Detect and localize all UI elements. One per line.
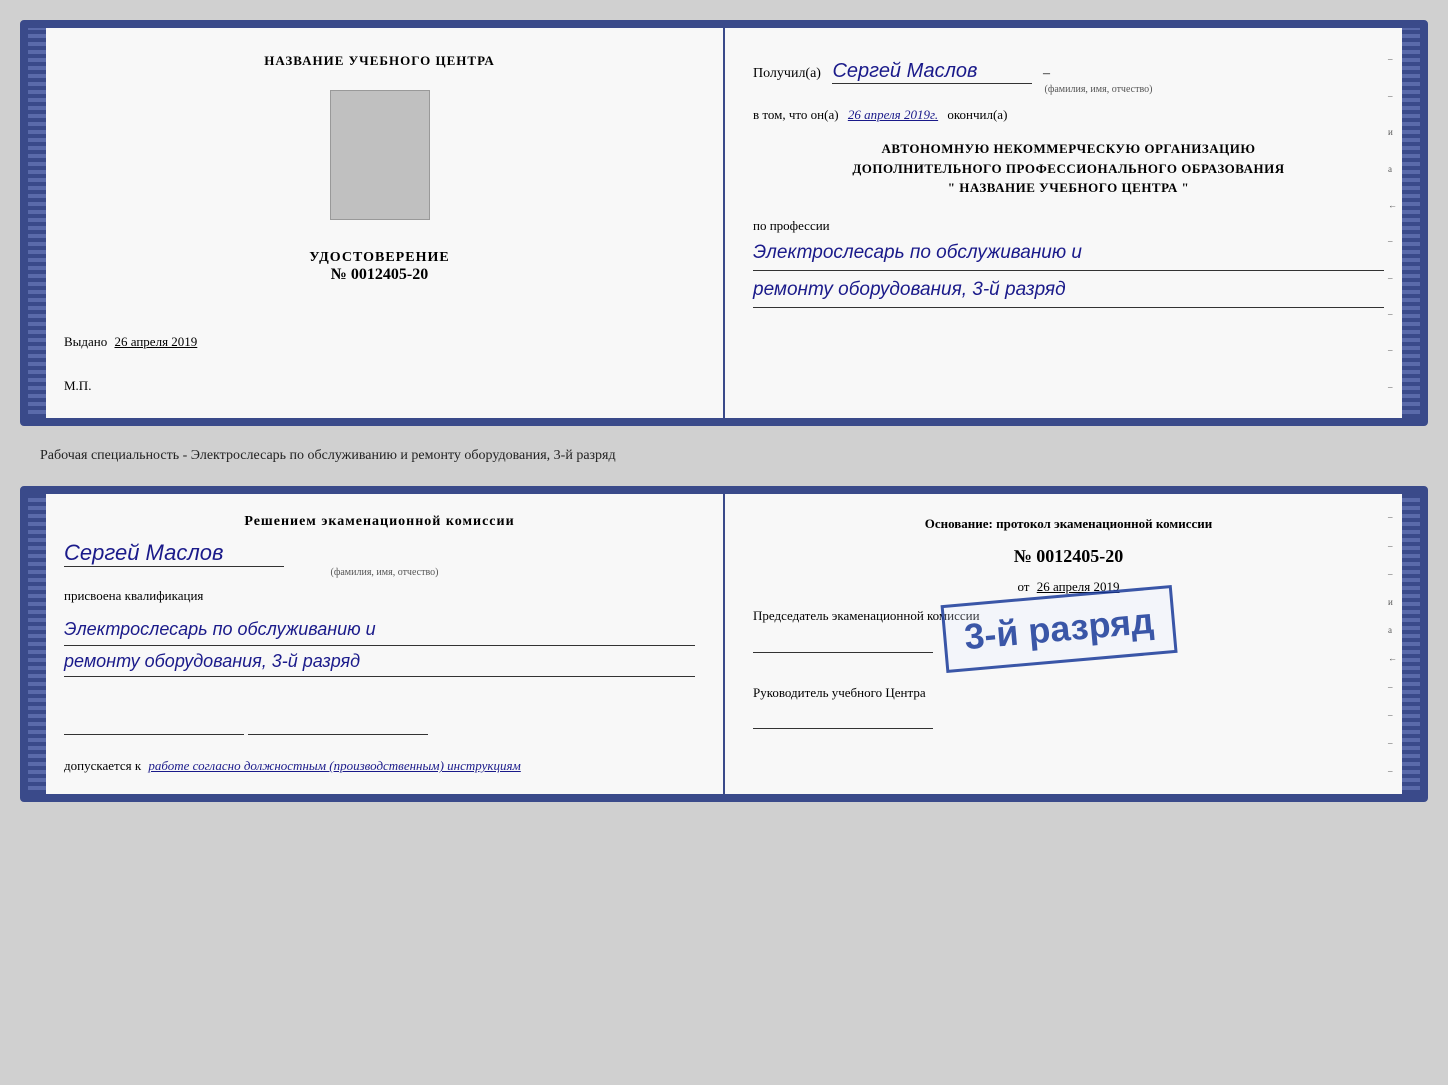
top-cert-left: НАЗВАНИЕ УЧЕБНОГО ЦЕНТРА УДОСТОВЕРЕНИЕ №… (28, 28, 725, 418)
sig-line2 (248, 715, 428, 735)
proto-date: от 26 апреля 2019 (753, 579, 1384, 595)
middle-text: Рабочая специальность - Электрослесарь п… (20, 442, 1428, 470)
person-name: Сергей Маслов (64, 540, 284, 567)
dopuskaetsya-prefix: допускается к (64, 758, 141, 773)
sig-line1 (64, 715, 244, 735)
udost-block: УДОСТОВЕРЕНИЕ № 0012405-20 (309, 250, 449, 284)
qualification-block: Электрослесарь по обслуживанию и ремонту… (64, 614, 695, 677)
recipient-line: Получил(а) Сергей Маслов – (фамилия, имя… (753, 60, 1384, 95)
rukov-text: Руководитель учебного Центра (753, 685, 1384, 729)
qual-text2: ремонту оборудования, 3-й разряд (64, 646, 695, 678)
page-wrapper: НАЗВАНИЕ УЧЕБНОГО ЦЕНТРА УДОСТОВЕРЕНИЕ №… (20, 20, 1428, 802)
top-certificate: НАЗВАНИЕ УЧЕБНОГО ЦЕНТРА УДОСТОВЕРЕНИЕ №… (20, 20, 1428, 426)
chairman-sig-line (753, 633, 933, 653)
rukov-label: Руководитель учебного Центра (753, 685, 926, 700)
in-tom-line: в том, что он(а) 26 апреля 2019г. окончи… (753, 107, 1384, 123)
mp-label: М.П. (64, 378, 91, 394)
udost-number: № 0012405-20 (309, 266, 449, 284)
bottom-cert-right: 3-й разряд Основание: протокол экаменаци… (725, 494, 1420, 794)
issued-line: Выдано 26 апреля 2019 (64, 334, 695, 350)
person-name-block: Сергей Маслов (фамилия, имя, отчество) (64, 540, 695, 578)
recipient-name: Сергей Маслов (832, 60, 1032, 84)
in-tom-date: 26 апреля 2019г. (848, 107, 938, 122)
stamp-text: 3-й разряд (962, 600, 1155, 657)
org-line3: " НАЗВАНИЕ УЧЕБНОГО ЦЕНТРА " (753, 178, 1384, 198)
bottom-certificate: Решением экаменационной комиссии Сергей … (20, 486, 1428, 802)
stamp: 3-й разряд (940, 585, 1177, 673)
recipient-sublabel: (фамилия, имя, отчество) (813, 84, 1384, 95)
recipient-prefix: Получил(а) (753, 66, 821, 81)
decision-title: Решением экаменационной комиссии (64, 514, 695, 530)
proto-date-prefix: от (1017, 579, 1029, 594)
qual-text1: Электрослесарь по обслуживанию и (64, 614, 695, 646)
issued-label: Выдано (64, 334, 107, 349)
in-tom-suffix: окончил(а) (947, 107, 1007, 122)
rukov-sig-line (753, 709, 933, 729)
osnov-title: Основание: протокол экаменационной комис… (753, 514, 1384, 534)
org-block: АВТОНОМНУЮ НЕКОММЕРЧЕСКУЮ ОРГАНИЗАЦИЮ ДО… (753, 139, 1384, 198)
proto-number: № 0012405-20 (753, 546, 1384, 567)
top-cert-right: Получил(а) Сергей Маслов – (фамилия, имя… (725, 28, 1420, 418)
dopuskaetsya-text: работе согласно должностным (производств… (148, 758, 520, 773)
profession-text1: Электрослесарь по обслуживанию и (753, 238, 1384, 271)
profession-text2: ремонту оборудования, 3-й разряд (753, 275, 1384, 308)
sig-lines (64, 695, 695, 740)
assigned-label: присвоена квалификация (64, 588, 695, 604)
profession-block: по профессии Электрослесарь по обслужива… (753, 218, 1384, 309)
dopuskaetsya-block: допускается к работе согласно должностны… (64, 758, 695, 774)
photo-placeholder (330, 90, 430, 220)
udost-label: УДОСТОВЕРЕНИЕ (309, 250, 449, 266)
bottom-right-edge: – – – и а ← – – – – (1388, 494, 1400, 794)
org-title: НАЗВАНИЕ УЧЕБНОГО ЦЕНТРА (264, 52, 495, 70)
org-line1: АВТОНОМНУЮ НЕКОММЕРЧЕСКУЮ ОРГАНИЗАЦИЮ (753, 139, 1384, 159)
bottom-cert-left: Решением экаменационной комиссии Сергей … (28, 494, 725, 794)
profession-prefix: по профессии (753, 218, 830, 233)
right-edge-decoration: – – и а ← – – – – – (1388, 28, 1400, 418)
in-tom-prefix: в том, что он(а) (753, 107, 839, 122)
org-line2: ДОПОЛНИТЕЛЬНОГО ПРОФЕССИОНАЛЬНОГО ОБРАЗО… (753, 159, 1384, 179)
person-sublabel: (фамилия, имя, отчество) (74, 567, 695, 578)
issued-date: 26 апреля 2019 (115, 334, 198, 349)
